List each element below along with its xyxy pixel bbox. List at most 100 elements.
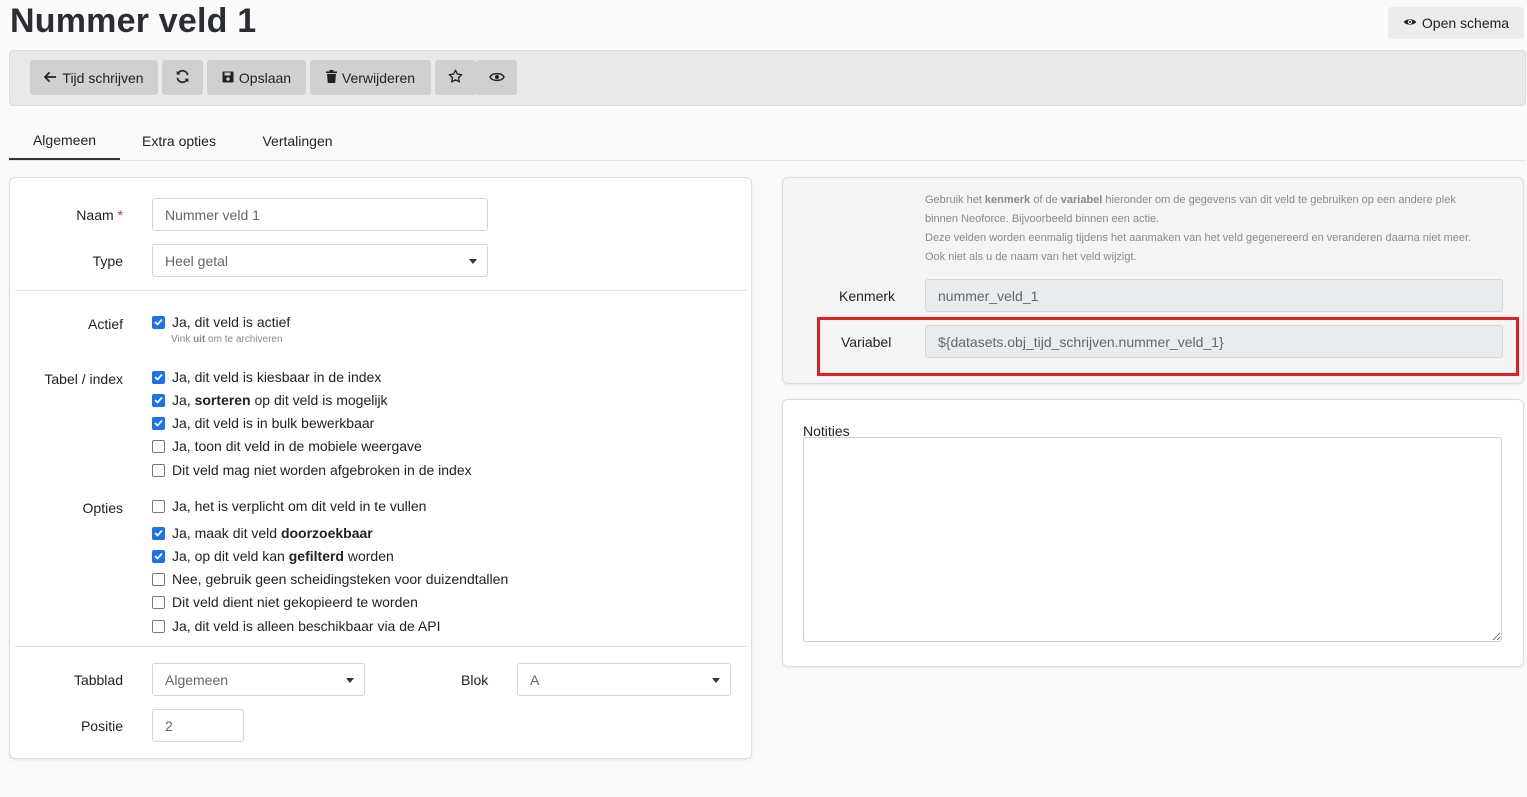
checkbox-label: Ja, dit veld is alleen beschikbaar via d… [172, 618, 441, 634]
checkbox-row[interactable]: Ja, dit veld is in bulk bewerkbaar [152, 414, 374, 432]
opties-label: Opties [82, 500, 123, 516]
back-button[interactable]: Tijd schrijven [30, 60, 158, 95]
arrow-left-icon [44, 70, 57, 86]
checkbox[interactable] [152, 619, 165, 633]
checkbox-label: Ja, toon dit veld in de mobiele weergave [172, 438, 422, 454]
hint-bold-text: uit [193, 334, 206, 345]
checkbox-label-bold: gefilterd [288, 548, 344, 564]
checkbox-label: Dit veld dient niet gekopieerd te worden [172, 594, 418, 610]
checkbox[interactable] [152, 439, 165, 453]
checkbox-label-text: Ja, dit veld is kiesbaar in de index [172, 369, 382, 385]
eye-icon [488, 70, 505, 86]
divider [15, 646, 747, 647]
checkbox-label-bold: sorteren [194, 392, 251, 408]
checkbox-label: Ja, sorteren op dit veld is mogelijk [172, 392, 388, 408]
checkbox[interactable] [152, 526, 165, 540]
delete-button-label: Verwijderen [341, 69, 416, 86]
checkbox[interactable] [152, 549, 165, 563]
blok-label: Blok [461, 672, 489, 688]
delete-button[interactable]: Verwijderen [310, 60, 431, 95]
save-button[interactable]: Opslaan [207, 60, 306, 95]
notes-panel: Notities [782, 399, 1524, 667]
checkbox-label-text: op dit veld is mogelijk [250, 392, 388, 408]
info-line-2: binnen Neoforce. Bijvoorbeeld binnen een… [925, 213, 1160, 225]
notes-textarea[interactable] [803, 437, 1502, 642]
checkbox-row[interactable]: Ja, sorteren op dit veld is mogelijk [152, 391, 388, 409]
checkbox[interactable] [152, 393, 165, 407]
tab-extra-opties[interactable]: Extra opties [129, 122, 229, 160]
checkbox-label-text: Ja, [172, 392, 195, 408]
checkbox-row[interactable]: Ja, het is verplicht om dit veld in te v… [152, 497, 426, 515]
positie-label: Positie [80, 718, 123, 734]
chevron-down-icon [346, 678, 354, 683]
positie-input[interactable]: 2 [152, 709, 244, 742]
hint-text: Vink [171, 334, 194, 345]
kenmerk-label: Kenmerk [839, 288, 896, 304]
tabblad-label: Tabblad [73, 672, 123, 688]
checkbox-label: Dit veld mag niet worden afgebroken in d… [172, 462, 472, 478]
watch-button[interactable] [476, 60, 517, 95]
checkbox-label: Nee, gebruik geen scheidingsteken voor d… [172, 571, 508, 587]
checkbox-row[interactable]: Ja, toon dit veld in de mobiele weergave [152, 437, 422, 455]
actief-label: Actief [87, 316, 123, 332]
info-line-3: Deze velden worden eenmalig tijdens het … [925, 232, 1472, 244]
trash-icon [325, 69, 337, 86]
checkbox-row[interactable]: Nee, gebruik geen scheidingsteken voor d… [152, 570, 508, 588]
info-bold-variabel: variabel [1060, 194, 1103, 206]
checkbox[interactable] [152, 416, 165, 430]
save-button-label: Opslaan [238, 69, 292, 86]
checkbox-label-text: Ja, het is verplicht om dit veld in te v… [172, 498, 427, 514]
checkbox[interactable] [152, 595, 165, 609]
checkbox-label: Ja, dit veld is in bulk bewerkbaar [172, 415, 374, 431]
checkbox-label-text: Nee, gebruik geen scheidingsteken voor d… [172, 571, 509, 587]
checkbox[interactable] [152, 463, 165, 477]
checkbox-label-text: Dit veld mag niet worden afgebroken in d… [172, 462, 472, 478]
tab-vertalingen[interactable]: Vertalingen [249, 122, 346, 160]
type-select[interactable]: Heel getal [152, 244, 488, 277]
page-title: Nummer veld 1 [10, 2, 257, 40]
refresh-icon [175, 69, 190, 87]
kenmerk-field[interactable]: nummer_veld_1 [925, 279, 1503, 312]
open-schema-button[interactable]: Open schema [1388, 7, 1524, 39]
info-text: of de [1030, 194, 1061, 206]
actief-checkbox-row[interactable]: Ja, dit veld is actief [152, 313, 290, 331]
checkbox-row[interactable]: Ja, dit veld is alleen beschikbaar via d… [152, 617, 441, 635]
toolbar: Tijd schrijven Opslaan Verwijderen [9, 50, 1526, 106]
divider [15, 290, 747, 291]
tab-bar: Algemeen Extra opties Vertalingen [9, 122, 1526, 161]
checkbox[interactable] [152, 499, 165, 513]
tabblad-select[interactable]: Algemeen [152, 663, 365, 696]
info-text: Gebruik het [925, 194, 985, 206]
type-label: Type [92, 253, 123, 269]
checkbox-label-text: Ja, dit veld is alleen beschikbaar via d… [172, 618, 441, 634]
checkbox[interactable] [152, 370, 165, 384]
star-icon [448, 68, 463, 87]
checkbox-row[interactable]: Dit veld mag niet worden afgebroken in d… [152, 461, 472, 479]
naam-input[interactable]: Nummer veld 1 [152, 198, 488, 231]
checkbox-label-text: worden [343, 548, 394, 564]
checkbox[interactable] [152, 315, 165, 329]
checkbox-row[interactable]: Ja, op dit veld kan gefilterd worden [152, 547, 394, 565]
favorite-button[interactable] [435, 60, 476, 95]
checkbox-label-bold: doorzoekbaar [280, 525, 373, 541]
save-icon [222, 70, 234, 86]
actief-checkbox-label: Ja, dit veld is actief [172, 314, 291, 330]
chevron-down-icon [712, 678, 720, 683]
actief-hint: Vink uit om te archiveren [171, 334, 283, 345]
checkbox[interactable] [152, 572, 165, 586]
checkbox-row[interactable]: Ja, maak dit veld doorzoekbaar [152, 524, 373, 542]
eye-icon [1403, 15, 1417, 32]
checkbox-row[interactable]: Dit veld dient niet gekopieerd te worden [152, 593, 418, 611]
info-text: hieronder om de gegevens van dit veld te… [1102, 194, 1456, 206]
checkbox-label-text: Ja, maak dit veld [172, 525, 281, 541]
tabel-index-label: Tabel / index [44, 371, 123, 387]
checkbox-row[interactable]: Ja, dit veld is kiesbaar in de index [152, 368, 381, 386]
open-schema-label: Open schema [1421, 15, 1510, 31]
tab-algemeen[interactable]: Algemeen [9, 122, 120, 160]
refresh-button[interactable] [162, 60, 203, 95]
naam-label: Naam * [76, 207, 123, 223]
blok-select[interactable]: A [517, 663, 731, 696]
checkbox-label-text: Ja, op dit veld kan [172, 548, 289, 564]
checkbox-label: Ja, het is verplicht om dit veld in te v… [172, 498, 426, 514]
hint-text: om te archiveren [205, 334, 283, 345]
